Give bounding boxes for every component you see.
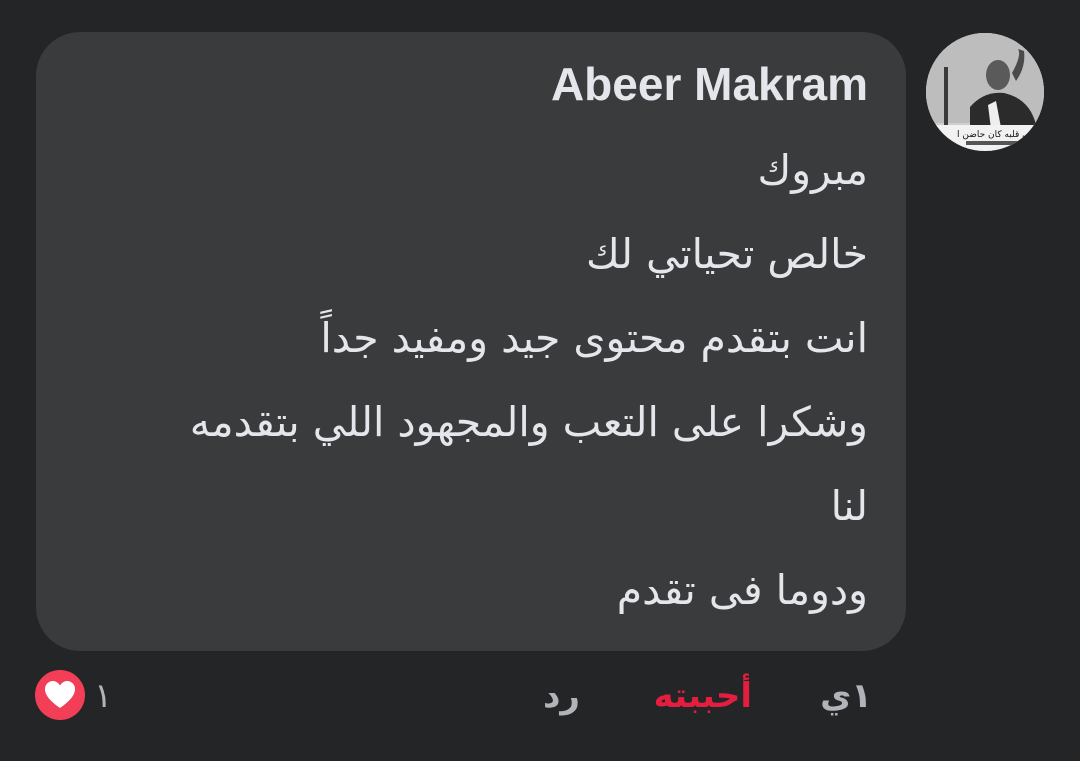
- comment-line: لنا: [830, 482, 868, 530]
- love-icon[interactable]: [35, 670, 85, 720]
- comment-line: ودوما فى تقدم: [616, 566, 868, 614]
- comment-timestamp[interactable]: ١ي: [820, 668, 872, 724]
- comment-line: مبروك: [757, 146, 868, 194]
- comment-view: فى قلبه كان حاضن ا Abeer Makram مبروك خا…: [0, 0, 1080, 761]
- comment-line: وشكرا على التعب والمجهود اللي بتقدمه: [189, 398, 868, 446]
- comment-bubble: Abeer Makram مبروك خالص تحياتي لك انت بت…: [36, 32, 906, 651]
- reply-button[interactable]: رد: [543, 668, 580, 724]
- comment-line: انت بتقدم محتوى جيد ومفيد جداً: [320, 314, 868, 362]
- avatar-caption: فى قلبه كان حاضن ا: [957, 130, 1034, 140]
- comment-line: خالص تحياتي لك: [586, 230, 868, 278]
- avatar-photo: فى قلبه كان حاضن ا: [926, 33, 1044, 151]
- comment-body: مبروك خالص تحياتي لك انت بتقدم محتوى جيد…: [78, 128, 868, 632]
- comment-author[interactable]: Abeer Makram: [551, 56, 868, 112]
- reaction-count[interactable]: ١: [94, 668, 112, 724]
- like-button[interactable]: أحببته: [654, 668, 752, 724]
- avatar[interactable]: فى قلبه كان حاضن ا: [926, 33, 1044, 151]
